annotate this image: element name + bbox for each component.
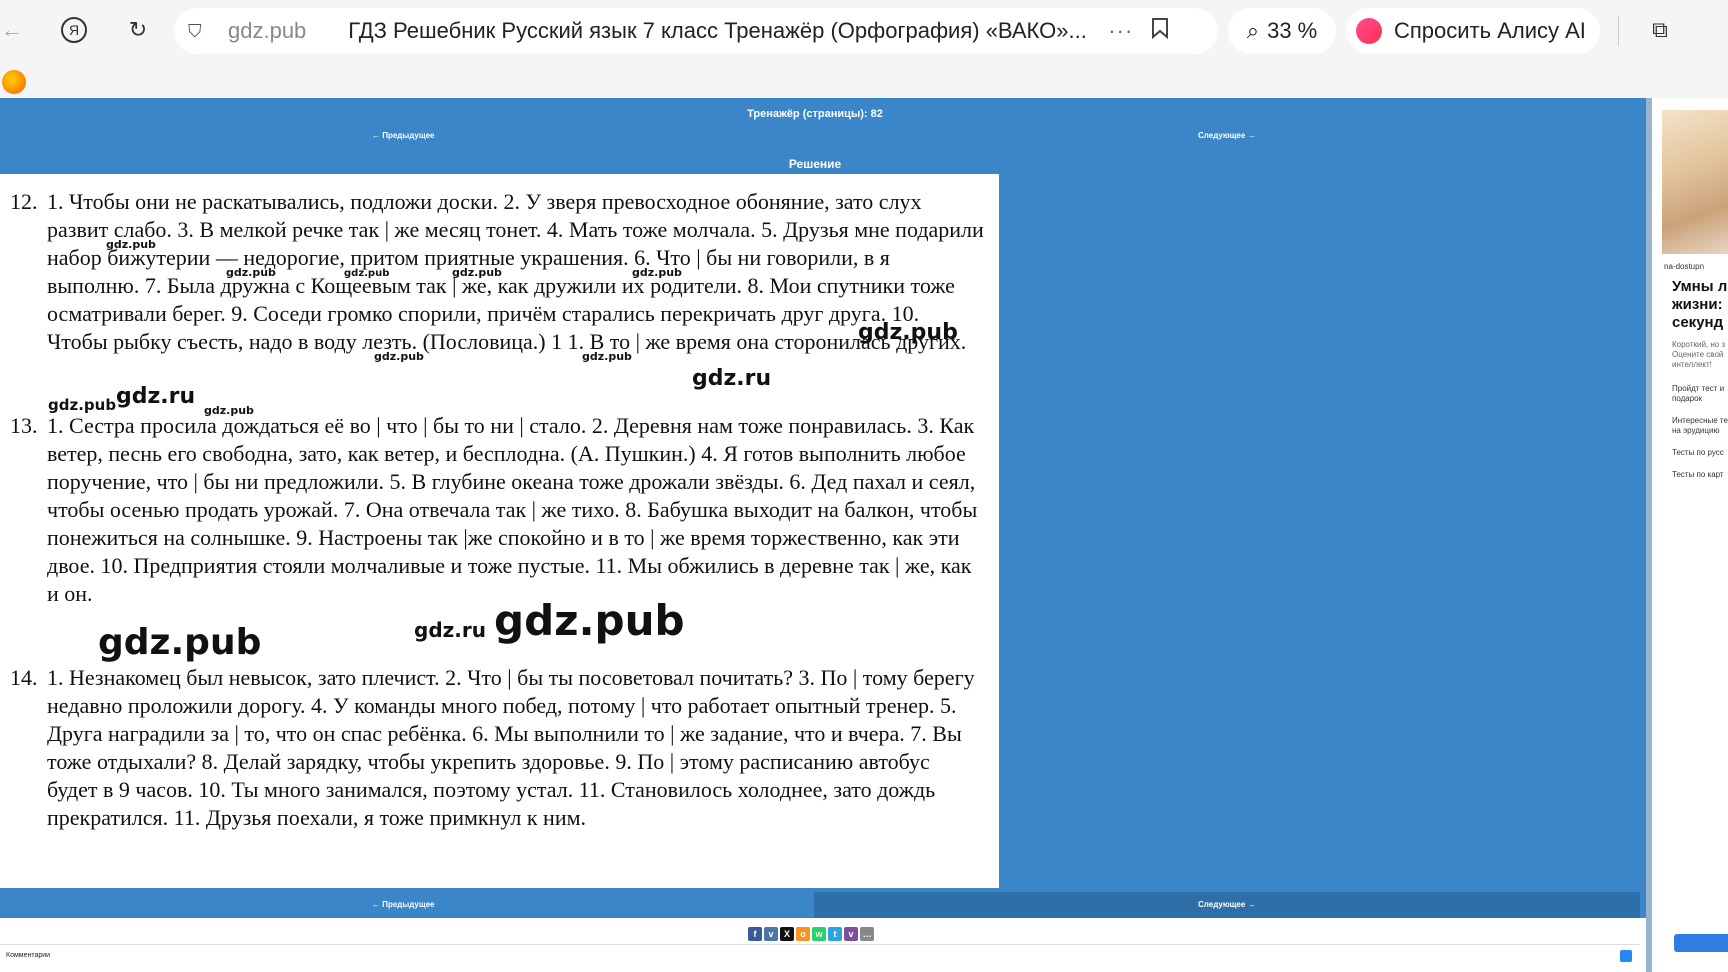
divider bbox=[0, 944, 1640, 945]
ad-link[interactable]: на эрудицию bbox=[1672, 426, 1719, 436]
ad-link[interactable]: подарок bbox=[1672, 394, 1702, 404]
search-zoom-icon: ⌕ bbox=[1246, 18, 1260, 43]
toolbar-divider bbox=[1618, 16, 1619, 46]
address-domain: gdz.pub bbox=[228, 18, 307, 43]
watermark: gdz.pub bbox=[344, 268, 390, 279]
more-menu-icon[interactable]: ··· bbox=[1108, 18, 1133, 44]
telegram-icon[interactable]: t bbox=[828, 927, 842, 941]
back-arrow-icon[interactable]: ← bbox=[0, 10, 32, 50]
bottom-prev-link[interactable]: ← Предыдущее bbox=[372, 900, 435, 909]
watermark: gdz.pub bbox=[582, 350, 632, 363]
svg-text:Я: Я bbox=[69, 22, 79, 38]
viber-icon[interactable]: v bbox=[844, 927, 858, 941]
page-header: Тренажёр (страницы): 82 bbox=[747, 108, 883, 120]
ad-link[interactable]: Пройдт тест и bbox=[1672, 384, 1724, 394]
ad-link[interactable]: Интересные те bbox=[1672, 416, 1728, 426]
ok-icon[interactable]: o bbox=[796, 927, 810, 941]
exercise-text: 1. Чтобы они не раскатывались, подложи д… bbox=[47, 189, 984, 354]
watermark: gdz.ru bbox=[116, 384, 196, 409]
ad-banner[interactable]: na-dostupn Умны ли жизни: секунд Коротки… bbox=[1646, 98, 1728, 972]
exercise-text: 1. Сестра просила дождаться её во | что … bbox=[47, 413, 978, 606]
solution-label: Решение bbox=[788, 157, 842, 171]
prev-link[interactable]: ← Предыдущее bbox=[372, 131, 435, 140]
bookmarks-bar bbox=[0, 62, 1728, 98]
watermark: gdz.ru bbox=[692, 366, 772, 391]
ad-headline: секунд bbox=[1672, 314, 1724, 331]
more-share-icon[interactable]: … bbox=[860, 927, 874, 941]
exercise-text: 1. Незнакомец был невысок, зато плечист.… bbox=[47, 665, 975, 830]
watermark: gdz.pub bbox=[632, 266, 682, 279]
share-bar: f v X o w t v … bbox=[748, 927, 874, 941]
zoom-indicator[interactable]: ⌕ 33 % bbox=[1228, 8, 1336, 54]
shield-icon[interactable]: ⛉ bbox=[188, 21, 214, 42]
bottom-nav: ← Предыдущее Следующее → bbox=[0, 892, 1646, 918]
watermark: gdz.pub bbox=[452, 266, 502, 279]
tab-title: ГДЗ Решебник Русский язык 7 класс Тренаж… bbox=[348, 18, 1087, 43]
copy-icon[interactable]: ⧉ bbox=[1640, 10, 1680, 50]
favicon-icon[interactable] bbox=[2, 70, 26, 94]
address-bar[interactable]: ⛉ gdz.pub ГДЗ Решебник Русский язык 7 кл… bbox=[174, 8, 1218, 54]
browser-toolbar: ← Я ↻ ⛉ gdz.pub ГДЗ Решебник Русский язы… bbox=[0, 0, 1728, 62]
exercise-number: 14. bbox=[10, 665, 38, 690]
ad-headline: Умны ли bbox=[1672, 278, 1728, 295]
solution-image: 12. 1. Чтобы они не раскатывались, подло… bbox=[0, 174, 999, 888]
whatsapp-icon[interactable]: w bbox=[812, 927, 826, 941]
exercise-13: 13. 1. Сестра просила дождаться её во | … bbox=[10, 412, 985, 608]
ad-source: na-dostupn bbox=[1664, 262, 1705, 271]
x-icon[interactable]: X bbox=[780, 927, 794, 941]
yandex-icon[interactable]: Я bbox=[54, 10, 94, 50]
bottom-next-link[interactable]: Следующее → bbox=[1198, 900, 1256, 909]
alice-icon bbox=[1356, 18, 1382, 44]
watermark: gdz.pub bbox=[106, 238, 156, 251]
watermark: gdz.pub bbox=[226, 266, 276, 279]
ad-cta-button[interactable] bbox=[1674, 934, 1728, 952]
watermark: gdz.pub bbox=[204, 404, 254, 417]
ad-subtext: Оцените свой bbox=[1672, 350, 1724, 359]
ad-photo[interactable] bbox=[1662, 110, 1728, 254]
ad-subtext: интеллект! bbox=[1672, 360, 1712, 369]
watermark: gdz.pub bbox=[858, 320, 958, 345]
exercise-number: 13. bbox=[10, 413, 38, 438]
watermark: gdz.ru bbox=[414, 618, 486, 642]
exercise-14: 14. 1. Незнакомец был невысок, зато плеч… bbox=[10, 664, 985, 832]
watermark: gdz.pub bbox=[48, 396, 117, 414]
ad-headline: жизни: bbox=[1672, 296, 1723, 313]
reload-icon[interactable]: ↻ bbox=[118, 10, 158, 50]
page-content: Тренажёр (страницы): 82 ← Предыдущее Сле… bbox=[0, 98, 1646, 892]
comments-label[interactable]: Комментарии bbox=[6, 952, 50, 959]
ad-subtext: Короткий, но з bbox=[1672, 340, 1726, 349]
watermark: gdz.pub bbox=[494, 596, 685, 645]
exercise-number: 12. bbox=[10, 189, 38, 214]
vk-widget-icon[interactable] bbox=[1620, 950, 1632, 962]
facebook-icon[interactable]: f bbox=[748, 927, 762, 941]
watermark: gdz.pub bbox=[98, 622, 262, 663]
alice-label: Спросить Алису AI bbox=[1394, 18, 1586, 43]
watermark: gdz.pub bbox=[374, 350, 424, 363]
next-link[interactable]: Следующее → bbox=[1198, 131, 1256, 140]
bookmark-icon[interactable] bbox=[1151, 17, 1169, 45]
zoom-value: 33 % bbox=[1267, 18, 1318, 43]
vk-icon[interactable]: v bbox=[764, 927, 778, 941]
alice-button[interactable]: Спросить Алису AI bbox=[1346, 8, 1600, 54]
ad-link[interactable]: Тесты по карт bbox=[1672, 470, 1724, 480]
ad-link[interactable]: Тесты по русс bbox=[1672, 448, 1724, 458]
